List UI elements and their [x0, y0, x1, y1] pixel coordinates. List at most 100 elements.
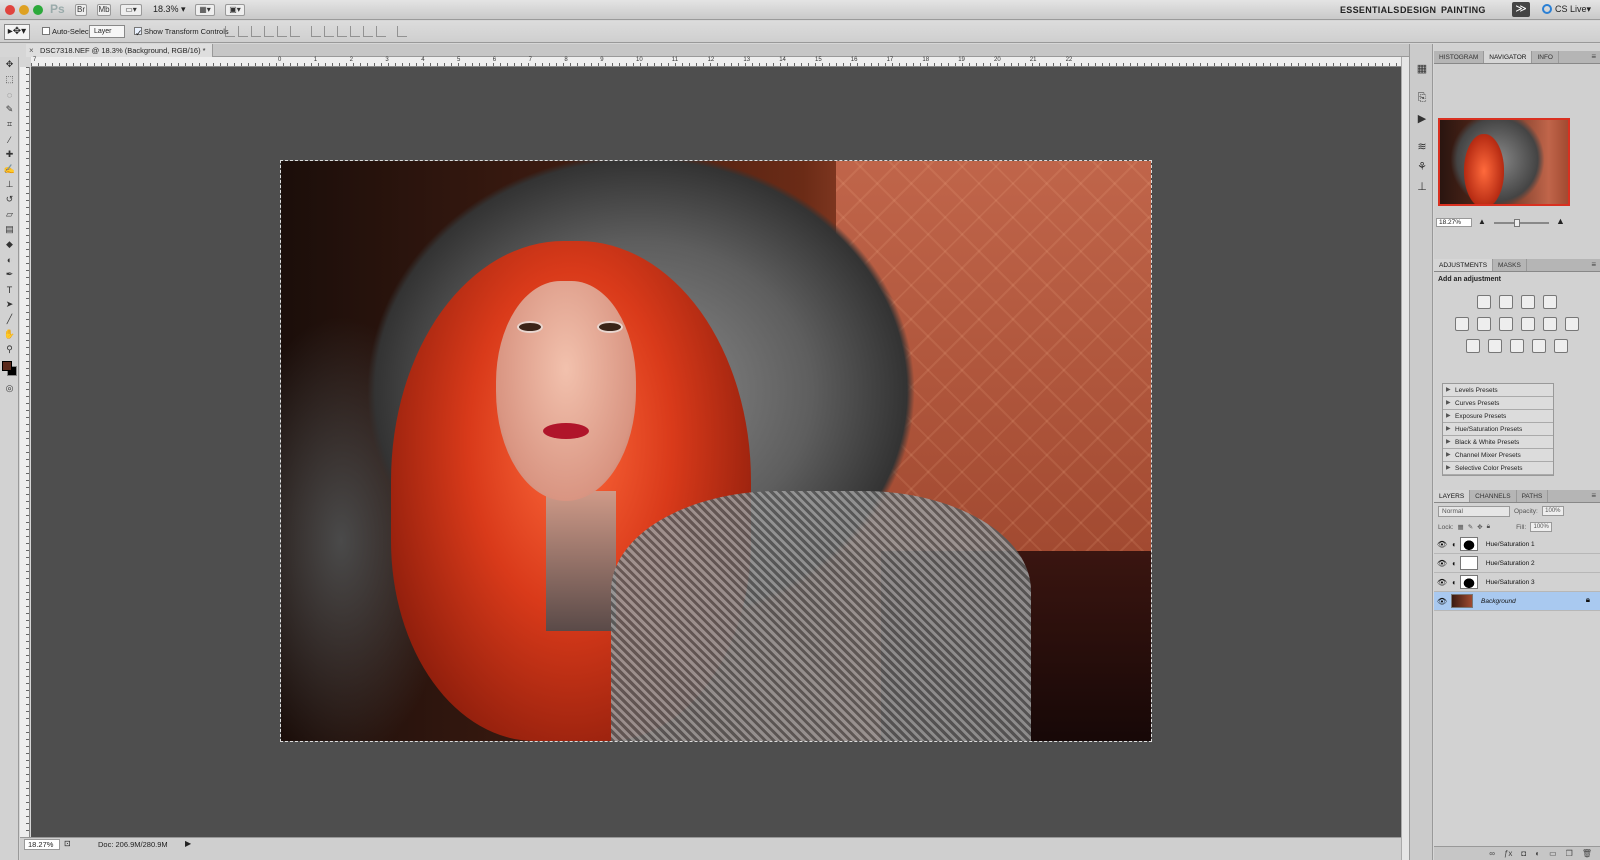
- distribute-top-icon[interactable]: [311, 26, 321, 37]
- layer-row[interactable]: 👁︎ ◐ Hue/Saturation 2: [1434, 554, 1600, 573]
- tab-channels[interactable]: CHANNELS: [1470, 490, 1517, 502]
- lock-pixels-icon[interactable]: ✎: [1468, 523, 1473, 531]
- zoom-level-dropdown[interactable]: 18.3% ▾: [153, 4, 186, 15]
- gradient-tool-icon[interactable]: ▤: [0, 222, 19, 237]
- auto-select-checkbox[interactable]: [42, 27, 50, 35]
- hue-saturation-icon[interactable]: [1477, 317, 1491, 331]
- brush-tool-icon[interactable]: ✍: [0, 162, 19, 177]
- channel-mixer-icon[interactable]: [1565, 317, 1579, 331]
- add-mask-icon[interactable]: ◘: [1521, 847, 1526, 860]
- hand-tool-icon[interactable]: ✋: [0, 327, 19, 342]
- exposure-icon[interactable]: [1543, 295, 1557, 309]
- workspace-essentials[interactable]: ESSENTIALS: [1340, 5, 1400, 15]
- type-tool-icon[interactable]: T: [0, 282, 19, 297]
- zoom-in-icon[interactable]: ▲: [1556, 216, 1565, 226]
- distribute-left-icon[interactable]: [350, 26, 360, 37]
- new-adjustment-icon[interactable]: ◐: [1535, 847, 1540, 860]
- distribute-vcenter-icon[interactable]: [324, 26, 334, 37]
- layers-panel-menu-icon[interactable]: ≡: [1591, 490, 1596, 502]
- quick-mask-icon[interactable]: ◎: [0, 381, 19, 396]
- adjustments-panel-menu-icon[interactable]: ≡: [1591, 259, 1596, 271]
- dodge-tool-icon[interactable]: ◐: [0, 252, 19, 267]
- more-workspaces-button[interactable]: ≫: [1512, 2, 1530, 17]
- black-white-icon[interactable]: [1521, 317, 1535, 331]
- marquee-tool-icon[interactable]: ⬚: [0, 72, 19, 87]
- clone-stamp-tool-icon[interactable]: ⊥: [0, 177, 19, 192]
- layer-style-icon[interactable]: ƒx: [1504, 847, 1512, 860]
- workspace-design[interactable]: DESIGN: [1400, 5, 1436, 15]
- layer-thumbnail[interactable]: [1451, 594, 1473, 608]
- tab-info[interactable]: INFO: [1532, 51, 1559, 63]
- healing-brush-tool-icon[interactable]: ✚: [0, 147, 19, 162]
- new-layer-icon[interactable]: ❐: [1566, 847, 1573, 860]
- line-tool-icon[interactable]: ╱: [0, 312, 19, 327]
- layer-mask-thumbnail[interactable]: [1459, 537, 1478, 551]
- document-canvas[interactable]: [31, 67, 1401, 837]
- curves-icon[interactable]: [1521, 295, 1535, 309]
- selective-color-icon[interactable]: [1554, 339, 1568, 353]
- zoom-tool-icon[interactable]: ⚲: [0, 342, 19, 357]
- eyedropper-tool-icon[interactable]: ⁄: [0, 132, 19, 147]
- cs-live-menu[interactable]: CS Live▾: [1542, 4, 1591, 15]
- pen-tool-icon[interactable]: ✒: [0, 267, 19, 282]
- navigator-panel-menu-icon[interactable]: ≡: [1591, 51, 1596, 63]
- layer-row[interactable]: 👁︎ ◐ Hue/Saturation 3: [1434, 573, 1600, 592]
- mini-bridge-button[interactable]: Mb: [97, 4, 111, 16]
- align-hcenter-icon[interactable]: [277, 26, 287, 37]
- status-icon[interactable]: ⊡: [64, 839, 71, 848]
- lock-all-icon[interactable]: 🔒︎: [1487, 523, 1490, 531]
- visibility-eye-icon[interactable]: 👁︎: [1436, 540, 1448, 549]
- distribute-right-icon[interactable]: [376, 26, 386, 37]
- preset-selective-color[interactable]: Selective Color Presets: [1443, 462, 1553, 475]
- preset-curves[interactable]: Curves Presets: [1443, 397, 1553, 410]
- align-vcenter-icon[interactable]: [238, 26, 248, 37]
- tool-presets-panel-icon[interactable]: ⊥: [1411, 178, 1433, 194]
- history-panel-icon[interactable]: ⎘: [1411, 90, 1433, 106]
- navigator-zoom-field[interactable]: 18.27%: [1436, 218, 1472, 227]
- workspace-painting[interactable]: PAINTING: [1441, 5, 1486, 15]
- distribute-hcenter-icon[interactable]: [363, 26, 373, 37]
- visibility-eye-icon[interactable]: 👁︎: [1436, 559, 1448, 568]
- visibility-eye-icon[interactable]: 👁︎: [1436, 597, 1448, 606]
- blend-mode-dropdown[interactable]: Normal: [1438, 505, 1510, 517]
- preset-levels[interactable]: Levels Presets: [1443, 384, 1553, 397]
- layer-row-selected[interactable]: 👁︎ Background 🔒︎: [1434, 592, 1600, 611]
- threshold-icon[interactable]: [1510, 339, 1524, 353]
- distribute-bottom-icon[interactable]: [337, 26, 347, 37]
- mini-bridge-panel-icon[interactable]: ▦: [1411, 60, 1433, 76]
- eraser-tool-icon[interactable]: ▱: [0, 207, 19, 222]
- link-layers-icon[interactable]: ∞: [1489, 847, 1495, 860]
- view-extras-button[interactable]: ▭▾: [120, 4, 142, 16]
- status-zoom-field[interactable]: 18.27%: [24, 839, 60, 850]
- brightness-contrast-icon[interactable]: [1477, 295, 1491, 309]
- color-swatches[interactable]: [0, 357, 18, 381]
- layer-mask-thumbnail[interactable]: [1459, 575, 1478, 589]
- preset-hue-saturation[interactable]: Hue/Saturation Presets: [1443, 423, 1553, 436]
- color-balance-icon[interactable]: [1499, 317, 1513, 331]
- preset-black-white[interactable]: Black & White Presets: [1443, 436, 1553, 449]
- actions-panel-icon[interactable]: ▶: [1411, 110, 1433, 126]
- fill-field[interactable]: 100%: [1530, 522, 1553, 532]
- tab-paths[interactable]: PATHS: [1517, 490, 1549, 502]
- close-window-button[interactable]: [5, 5, 15, 15]
- levels-icon[interactable]: [1499, 295, 1513, 309]
- show-transform-checkbox[interactable]: ✓: [134, 27, 143, 38]
- minimize-window-button[interactable]: [19, 5, 29, 15]
- opacity-field[interactable]: 100%: [1541, 506, 1564, 516]
- align-bottom-icon[interactable]: [251, 26, 261, 37]
- tab-histogram[interactable]: HISTOGRAM: [1434, 51, 1485, 63]
- tool-preset-picker[interactable]: ▸✥▾: [4, 24, 30, 40]
- preset-exposure[interactable]: Exposure Presets: [1443, 410, 1553, 423]
- align-left-icon[interactable]: [264, 26, 274, 37]
- align-right-icon[interactable]: [290, 26, 300, 37]
- blur-tool-icon[interactable]: ◆: [0, 237, 19, 252]
- new-group-icon[interactable]: ▭: [1549, 847, 1557, 860]
- zoom-out-icon[interactable]: ▲: [1478, 217, 1486, 226]
- tab-masks[interactable]: MASKS: [1493, 259, 1527, 271]
- delete-layer-icon[interactable]: 🗑︎: [1582, 847, 1592, 860]
- foreground-color-swatch[interactable]: [2, 361, 12, 371]
- vertical-scrollbar[interactable]: [1401, 57, 1409, 860]
- zoom-window-button[interactable]: [33, 5, 43, 15]
- status-menu-arrow-icon[interactable]: ▶: [185, 839, 191, 848]
- visibility-eye-icon[interactable]: 👁︎: [1436, 578, 1448, 587]
